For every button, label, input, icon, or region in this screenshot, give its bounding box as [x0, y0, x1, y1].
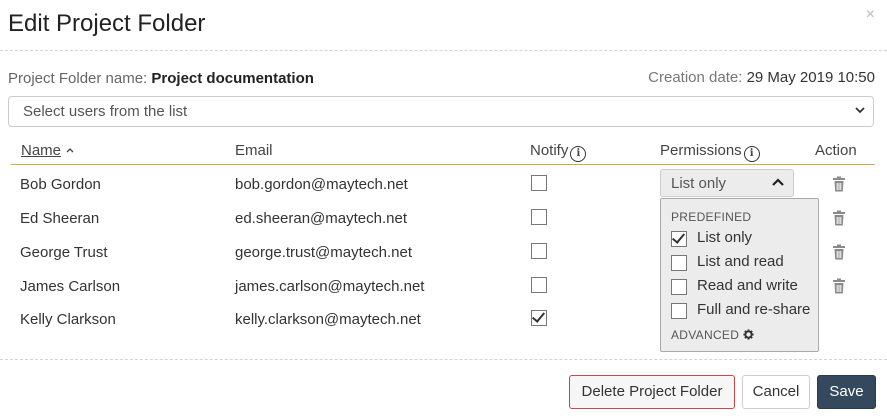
trash-icon[interactable]: [832, 278, 846, 294]
folder-name-value: Project documentation: [151, 70, 314, 87]
permissions-dropdown-menu: PREDEFINED List only List and read Read an…: [660, 198, 819, 352]
cancel-button[interactable]: Cancel: [742, 375, 810, 409]
trash-icon[interactable]: [832, 244, 846, 260]
permission-option-checkbox[interactable]: [671, 303, 687, 319]
notify-checkbox[interactable]: [531, 277, 547, 293]
trash-icon[interactable]: [832, 210, 846, 226]
column-header-notify: Notify i: [530, 142, 587, 162]
advanced-link[interactable]: ADVANCED: [671, 328, 754, 342]
column-header-name[interactable]: Name: [21, 142, 75, 159]
advanced-label: ADVANCED: [671, 328, 740, 342]
close-icon[interactable]: ×: [866, 6, 875, 24]
trash-icon[interactable]: [832, 176, 846, 192]
column-header-action: Action: [815, 142, 857, 159]
save-button[interactable]: Save: [817, 375, 876, 409]
footer-divider: [0, 359, 887, 360]
column-header-name-label: Name: [21, 142, 62, 159]
notify-checkbox[interactable]: [531, 310, 547, 326]
column-header-permissions: Permissions i: [660, 142, 760, 162]
folder-name-label: Project Folder name:: [8, 70, 148, 87]
permissions-selected-value: List only: [671, 175, 727, 192]
user-email: ed.sheeran@maytech.net: [235, 210, 407, 227]
sort-asc-icon: [66, 148, 74, 153]
column-header-permissions-label: Permissions: [660, 142, 742, 159]
permission-option-checkbox[interactable]: [671, 279, 687, 295]
user-name: George Trust: [20, 244, 108, 261]
notify-checkbox[interactable]: [531, 175, 547, 191]
permission-option-label: Read and write: [697, 277, 798, 294]
permission-option-label: List and read: [697, 253, 784, 270]
user-name: James Carlson: [20, 278, 121, 295]
user-email: bob.gordon@maytech.net: [235, 176, 408, 193]
folder-name: Project Folder name: Project documentati…: [8, 70, 314, 87]
notify-checkbox[interactable]: [531, 243, 547, 259]
info-icon[interactable]: i: [743, 146, 760, 162]
info-icon[interactable]: i: [570, 146, 587, 162]
permissions-select[interactable]: List only: [660, 169, 794, 197]
user-email: james.carlson@maytech.net: [235, 278, 425, 295]
chevron-down-icon: [855, 107, 865, 114]
column-header-email: Email: [235, 142, 273, 159]
user-email: kelly.clarkson@maytech.net: [235, 311, 421, 328]
creation-date-value: 29 May 2019 10:50: [746, 69, 875, 86]
permission-option-checkbox[interactable]: [671, 255, 687, 271]
permission-option-label: List only: [697, 229, 753, 246]
gear-icon: [743, 329, 754, 340]
delete-project-folder-button[interactable]: Delete Project Folder: [569, 375, 735, 409]
predefined-heading: PREDEFINED: [671, 210, 752, 224]
chevron-up-icon: [772, 178, 784, 186]
dialog-title: Edit Project Folder: [8, 10, 206, 37]
user-email: george.trust@maytech.net: [235, 244, 412, 261]
user-name: Bob Gordon: [20, 176, 101, 193]
permission-option-label: Full and re-share: [697, 301, 811, 318]
notify-checkbox[interactable]: [531, 209, 547, 225]
user-name: Ed Sheeran: [20, 210, 100, 227]
user-select-dropdown[interactable]: Select users from the list: [8, 96, 874, 127]
permission-option-checkbox[interactable]: [671, 231, 687, 247]
creation-date-label: Creation date:: [648, 69, 743, 86]
column-header-notify-label: Notify: [530, 142, 569, 159]
table-header: Name Email Notify i Permissions i Action: [11, 140, 875, 165]
header-divider: [0, 50, 887, 51]
user-name: Kelly Clarkson: [20, 311, 116, 328]
user-select-placeholder: Select users from the list: [23, 103, 188, 120]
creation-date: Creation date: 29 May 2019 10:50: [648, 69, 875, 86]
